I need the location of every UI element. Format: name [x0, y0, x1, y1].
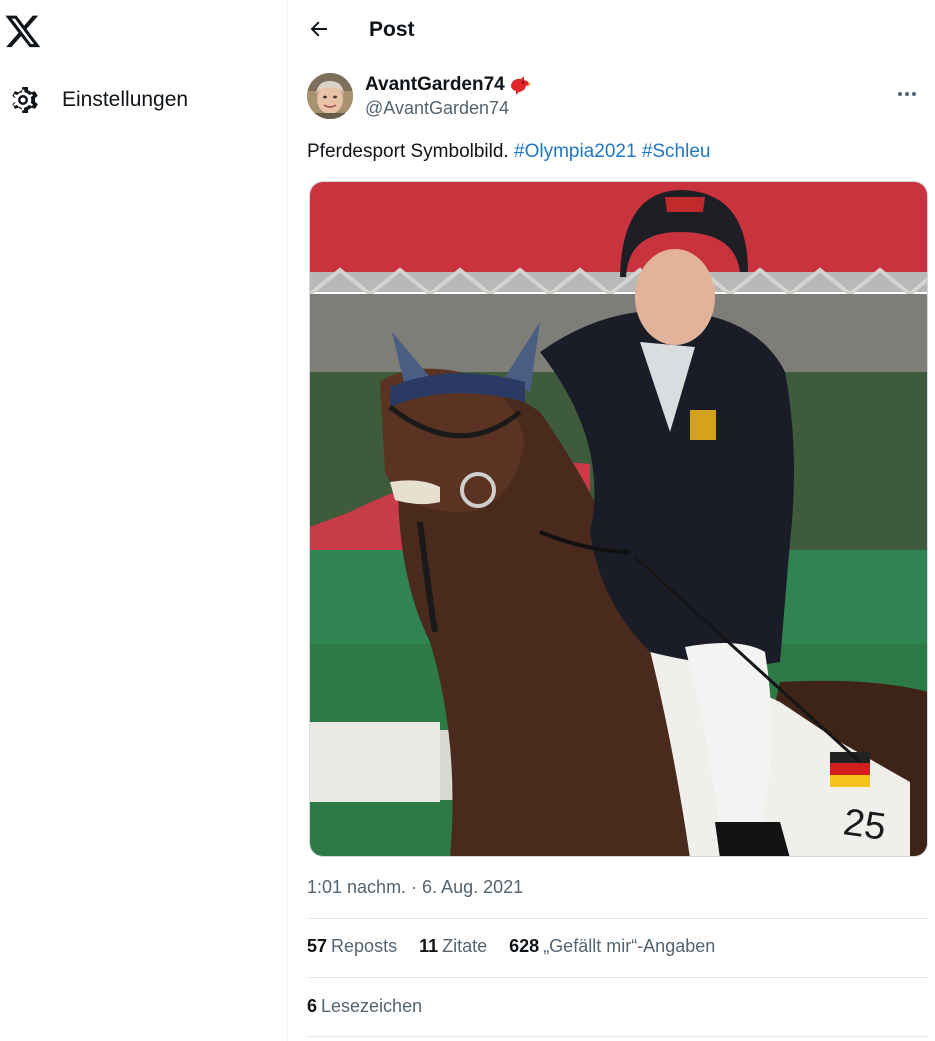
- quotes-stat[interactable]: 11 Zitate: [419, 936, 487, 957]
- divider: [307, 918, 929, 919]
- avatar[interactable]: [307, 73, 353, 119]
- bookmarks-stat: 6 Lesezeichen: [307, 996, 423, 1016]
- divider: [307, 977, 929, 978]
- sidebar: Einstellungen: [0, 0, 288, 1041]
- main-column: Post AvantGarden74 @AvantGarden74 Pferde…: [289, 0, 935, 1041]
- hashtag-link[interactable]: #Schleu: [642, 141, 711, 162]
- post-photo[interactable]: 25: [309, 181, 928, 857]
- post-text: Pferdesport Symbolbild. #Olympia2021 #Sc…: [307, 141, 710, 163]
- saddle-number: 25: [841, 801, 889, 848]
- post-timestamp[interactable]: 1:01 nachm. · 6. Aug. 2021: [307, 877, 523, 898]
- more-dots-icon[interactable]: [895, 82, 919, 106]
- post-stats: 57 Reposts 11 Zitate 628 „Gefällt mir“-Anga…: [307, 936, 715, 957]
- x-logo-icon[interactable]: [4, 12, 42, 50]
- sidebar-item-label: Einstellungen: [62, 88, 189, 111]
- red-bird-icon: [510, 76, 532, 95]
- post-header: Post: [289, 0, 935, 58]
- likes-stat[interactable]: 628 „Gefällt mir“-Angaben: [509, 936, 715, 957]
- hashtag-link[interactable]: #Olympia2021: [514, 141, 637, 162]
- arrow-left-icon[interactable]: [307, 17, 331, 41]
- page-title: Post: [369, 18, 415, 41]
- gear-icon: [12, 86, 38, 114]
- author-handle[interactable]: @AvantGarden74: [365, 98, 509, 119]
- sidebar-item-settings[interactable]: Einstellungen: [6, 80, 188, 120]
- post-author: AvantGarden74 @AvantGarden74: [307, 70, 919, 122]
- divider: [307, 1036, 929, 1037]
- author-display-name[interactable]: AvantGarden74: [365, 74, 505, 96]
- reposts-stat[interactable]: 57 Reposts: [307, 936, 397, 957]
- post-text-plain: Pferdesport Symbolbild.: [307, 141, 514, 162]
